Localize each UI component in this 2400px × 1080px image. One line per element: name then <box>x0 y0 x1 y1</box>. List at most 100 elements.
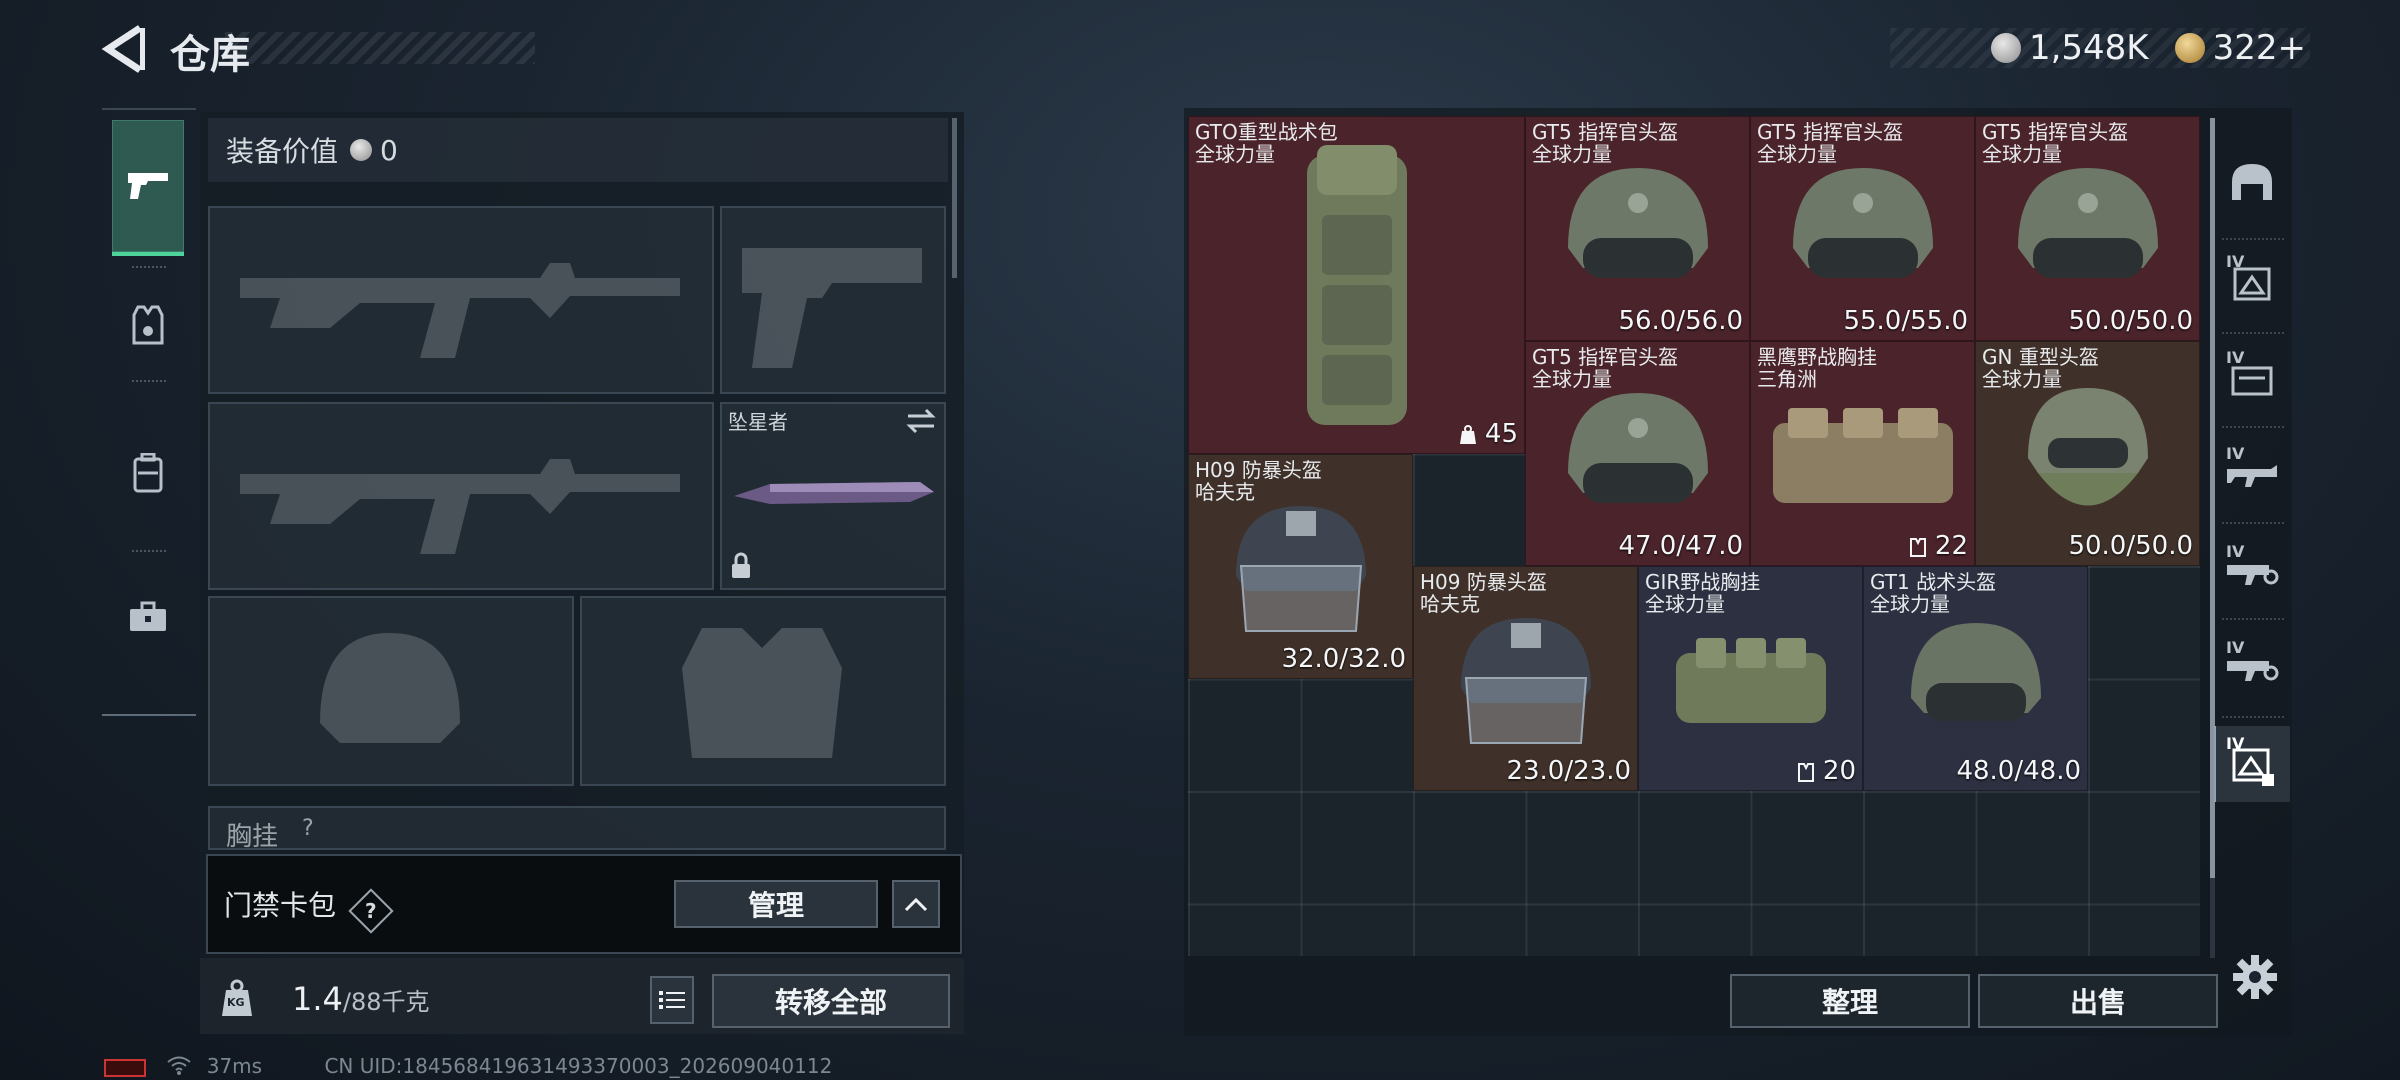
chest-rig-item-icon <box>1675 637 1826 723</box>
item-name: GT1 战术头盔 全球力量 <box>1870 570 1997 616</box>
item-name: 黑鹰野战胸挂 三角洲 <box>1757 345 1877 391</box>
helmet-item-icon <box>1792 167 1933 278</box>
gold-currency-value[interactable]: 322+ <box>2213 28 2306 68</box>
category-filter-column: IV IV IV IV IV IV <box>2214 120 2290 920</box>
access-card-pack-bar: 门禁卡包 ? 管理 <box>206 854 962 954</box>
chest-rig-help[interactable]: ? <box>302 816 314 841</box>
secondary-weapon-slot[interactable] <box>208 402 714 590</box>
inventory-item[interactable]: H09 防暴头盔 哈夫克 23.0/23.0 <box>1413 566 1638 791</box>
filter-locked-container[interactable]: IV <box>2214 726 2290 802</box>
primary-weapon-slot[interactable] <box>208 206 714 394</box>
equipment-value: 0 <box>380 133 398 167</box>
helmet-item-icon <box>2027 387 2148 506</box>
melee-slot[interactable]: 坠星者 <box>720 402 946 590</box>
filter-armor[interactable]: IV <box>2220 250 2284 314</box>
helmet-item-icon <box>1567 167 1708 278</box>
ping-value: 37ms <box>206 1054 263 1078</box>
item-durability: 50.0/50.0 <box>2068 531 2193 561</box>
backpack-icon <box>133 453 163 493</box>
sort-button[interactable]: 整理 <box>1730 974 1970 1028</box>
item-capacity: 22 <box>1909 531 1968 561</box>
tab-toolbox[interactable] <box>112 572 184 662</box>
item-name: H09 防暴头盔 哈夫克 <box>1195 458 1322 504</box>
item-durability: 55.0/55.0 <box>1843 306 1968 336</box>
pistol-placeholder-icon <box>742 248 922 368</box>
list-icon <box>659 991 685 1009</box>
currency-bar: 1,548K 322+ <box>1890 28 2310 68</box>
inventory-item[interactable]: GT5 指挥官头盔 全球力量 55.0/55.0 <box>1750 116 1975 341</box>
filter-smg[interactable]: IV <box>2220 540 2284 604</box>
inventory-item[interactable]: GT1 战术头盔 全球力量 48.0/48.0 <box>1863 566 2088 791</box>
swap-icon[interactable] <box>906 408 936 434</box>
tab-backpack[interactable] <box>112 428 184 518</box>
tier-label: IV <box>2226 444 2245 463</box>
equipment-value-bar: 装备价值 0 <box>208 118 948 182</box>
inventory-item[interactable]: GT5 指挥官头盔 全球力量 47.0/47.0 <box>1525 341 1750 566</box>
card-pack-label: 门禁卡包 <box>224 889 337 922</box>
filter-pistol[interactable]: IV <box>2220 636 2284 700</box>
inventory-item[interactable]: H09 防暴头盔 哈夫克 32.0/32.0 <box>1188 454 1413 679</box>
item-capacity: 20 <box>1797 756 1856 786</box>
transfer-all-button[interactable]: 转移全部 <box>712 974 950 1028</box>
helmet-item-icon <box>2017 167 2158 278</box>
card-pack-label-group: 门禁卡包 ? <box>224 884 394 934</box>
silver-currency-value: 1,548K <box>2028 28 2149 68</box>
item-durability: 50.0/50.0 <box>2068 306 2193 336</box>
vest-small-icon <box>1909 537 1926 557</box>
item-durability: 48.0/48.0 <box>1956 756 2081 786</box>
item-name: GN 重型头盔 全球力量 <box>1982 345 2099 391</box>
pistol-icon <box>128 173 168 199</box>
settings-button[interactable] <box>2230 952 2280 1002</box>
item-name: GT5 指挥官头盔 全球力量 <box>1532 345 1679 391</box>
silver-coin-icon <box>350 139 373 161</box>
inventory-item[interactable]: GT5 指挥官头盔 全球力量 50.0/50.0 <box>1975 116 2200 341</box>
inventory-item[interactable]: GN 重型头盔 全球力量 50.0/50.0 <box>1975 341 2200 566</box>
gear-icon <box>2233 955 2277 999</box>
sell-button[interactable]: 出售 <box>1978 974 2218 1028</box>
item-name: GIR野战胸挂 全球力量 <box>1645 570 1761 616</box>
loadout-tab-strip <box>102 108 196 716</box>
inventory-item[interactable]: GIR野战胸挂 全球力量 20 <box>1638 566 1863 791</box>
backpack-item-icon <box>1306 145 1407 425</box>
wifi-icon <box>166 1055 192 1080</box>
back-button[interactable] <box>100 22 150 77</box>
loadout-scrollbar[interactable] <box>952 118 957 278</box>
weight-readout: 1.4/88千克 <box>292 980 430 1018</box>
tab-weapons[interactable] <box>112 120 184 256</box>
item-durability: 32.0/32.0 <box>1281 644 1406 674</box>
pistol-slot[interactable] <box>720 206 946 394</box>
filter-helmet[interactable] <box>2220 150 2284 214</box>
item-name: GT5 指挥官头盔 全球力量 <box>1532 120 1679 166</box>
warehouse-grid[interactable]: GTO重型战术包 全球力量 45 GT5 指挥官头盔 全球力量 56.0/56.0 … <box>1188 116 2200 956</box>
equipment-value-label: 装备价值 <box>226 135 339 168</box>
inventory-item[interactable]: 黑鹰野战胸挂 三角洲 22 <box>1750 341 1975 566</box>
silver-coin-icon <box>1990 33 2021 63</box>
manage-button[interactable]: 管理 <box>674 880 878 928</box>
card-pack-help-text: ? <box>365 898 377 923</box>
expand-button[interactable] <box>892 880 940 928</box>
armor-placeholder-icon <box>682 628 842 758</box>
tab-armor[interactable] <box>112 280 184 370</box>
inventory-item[interactable]: GT5 指挥官头盔 全球力量 56.0/56.0 <box>1525 116 1750 341</box>
filter-rifle[interactable]: IV <box>2220 442 2284 506</box>
armor-vest-icon <box>132 305 164 345</box>
gold-coin-icon[interactable] <box>2174 33 2205 63</box>
filter-rig[interactable]: IV <box>2220 346 2284 410</box>
list-view-button[interactable] <box>650 976 694 1024</box>
toolbox-icon <box>130 601 166 631</box>
locked-container-icon <box>2232 748 2274 786</box>
player-uid: CN UID:184568419631493370003_20260904011… <box>324 1054 833 1078</box>
rifle-placeholder-icon <box>240 263 680 358</box>
armor-slot[interactable] <box>580 596 946 786</box>
card-pack-help-icon[interactable]: ? <box>348 887 394 934</box>
weight-icon-label: KG <box>227 996 245 1009</box>
chest-rig-slot[interactable]: 胸挂 ? <box>208 806 946 850</box>
melee-item-name: 坠星者 <box>728 410 788 434</box>
title-decoration <box>225 32 535 64</box>
tier-label: IV <box>2226 348 2245 367</box>
chest-rig-label: 胸挂 <box>226 822 279 850</box>
helmet-slot[interactable] <box>208 596 574 786</box>
helmet-icon <box>2232 164 2272 200</box>
inventory-item[interactable]: GTO重型战术包 全球力量 45 <box>1188 116 1525 454</box>
item-durability: 56.0/56.0 <box>1618 306 1743 336</box>
